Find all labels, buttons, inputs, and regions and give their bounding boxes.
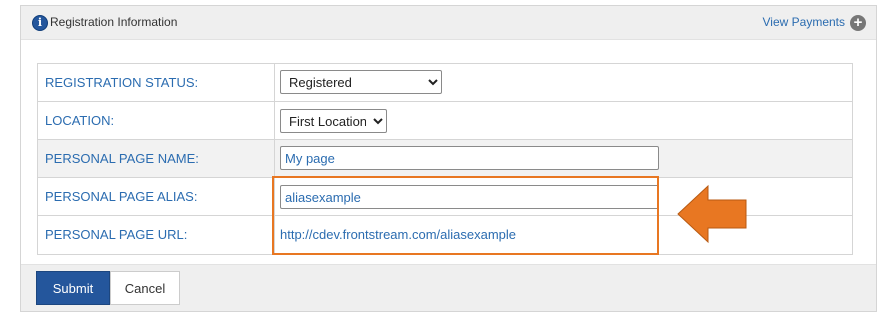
registration-panel: i Registration Information View Payments… xyxy=(20,5,877,312)
location-select[interactable]: First Location xyxy=(280,109,387,133)
personal-page-name-label: PERSONAL PAGE NAME: xyxy=(45,151,199,166)
personal-page-name-row: PERSONAL PAGE NAME: xyxy=(38,140,852,178)
cancel-button[interactable]: Cancel xyxy=(110,271,180,305)
registration-status-row: REGISTRATION STATUS: Registered xyxy=(38,64,852,102)
submit-button[interactable]: Submit xyxy=(36,271,110,305)
panel-footer: Submit Cancel xyxy=(21,264,876,311)
column-divider xyxy=(274,102,275,139)
plus-circle-icon[interactable]: + xyxy=(850,15,866,31)
info-icon: i xyxy=(32,15,48,31)
panel-header: i Registration Information View Payments… xyxy=(21,6,876,40)
column-divider xyxy=(274,64,275,101)
view-payments-link[interactable]: View Payments xyxy=(763,15,845,29)
registration-status-select[interactable]: Registered xyxy=(280,70,442,94)
left-arrow-icon xyxy=(677,184,747,244)
highlight-box xyxy=(272,176,659,255)
location-row: LOCATION: First Location xyxy=(38,102,852,140)
location-label: LOCATION: xyxy=(45,113,115,128)
personal-page-name-input[interactable] xyxy=(280,146,659,170)
panel-title: Registration Information xyxy=(50,15,178,29)
registration-status-label: REGISTRATION STATUS: xyxy=(45,75,199,90)
personal-page-url-label: PERSONAL PAGE URL: xyxy=(45,227,188,242)
personal-page-alias-label: PERSONAL PAGE ALIAS: xyxy=(45,189,198,204)
column-divider xyxy=(274,140,275,177)
